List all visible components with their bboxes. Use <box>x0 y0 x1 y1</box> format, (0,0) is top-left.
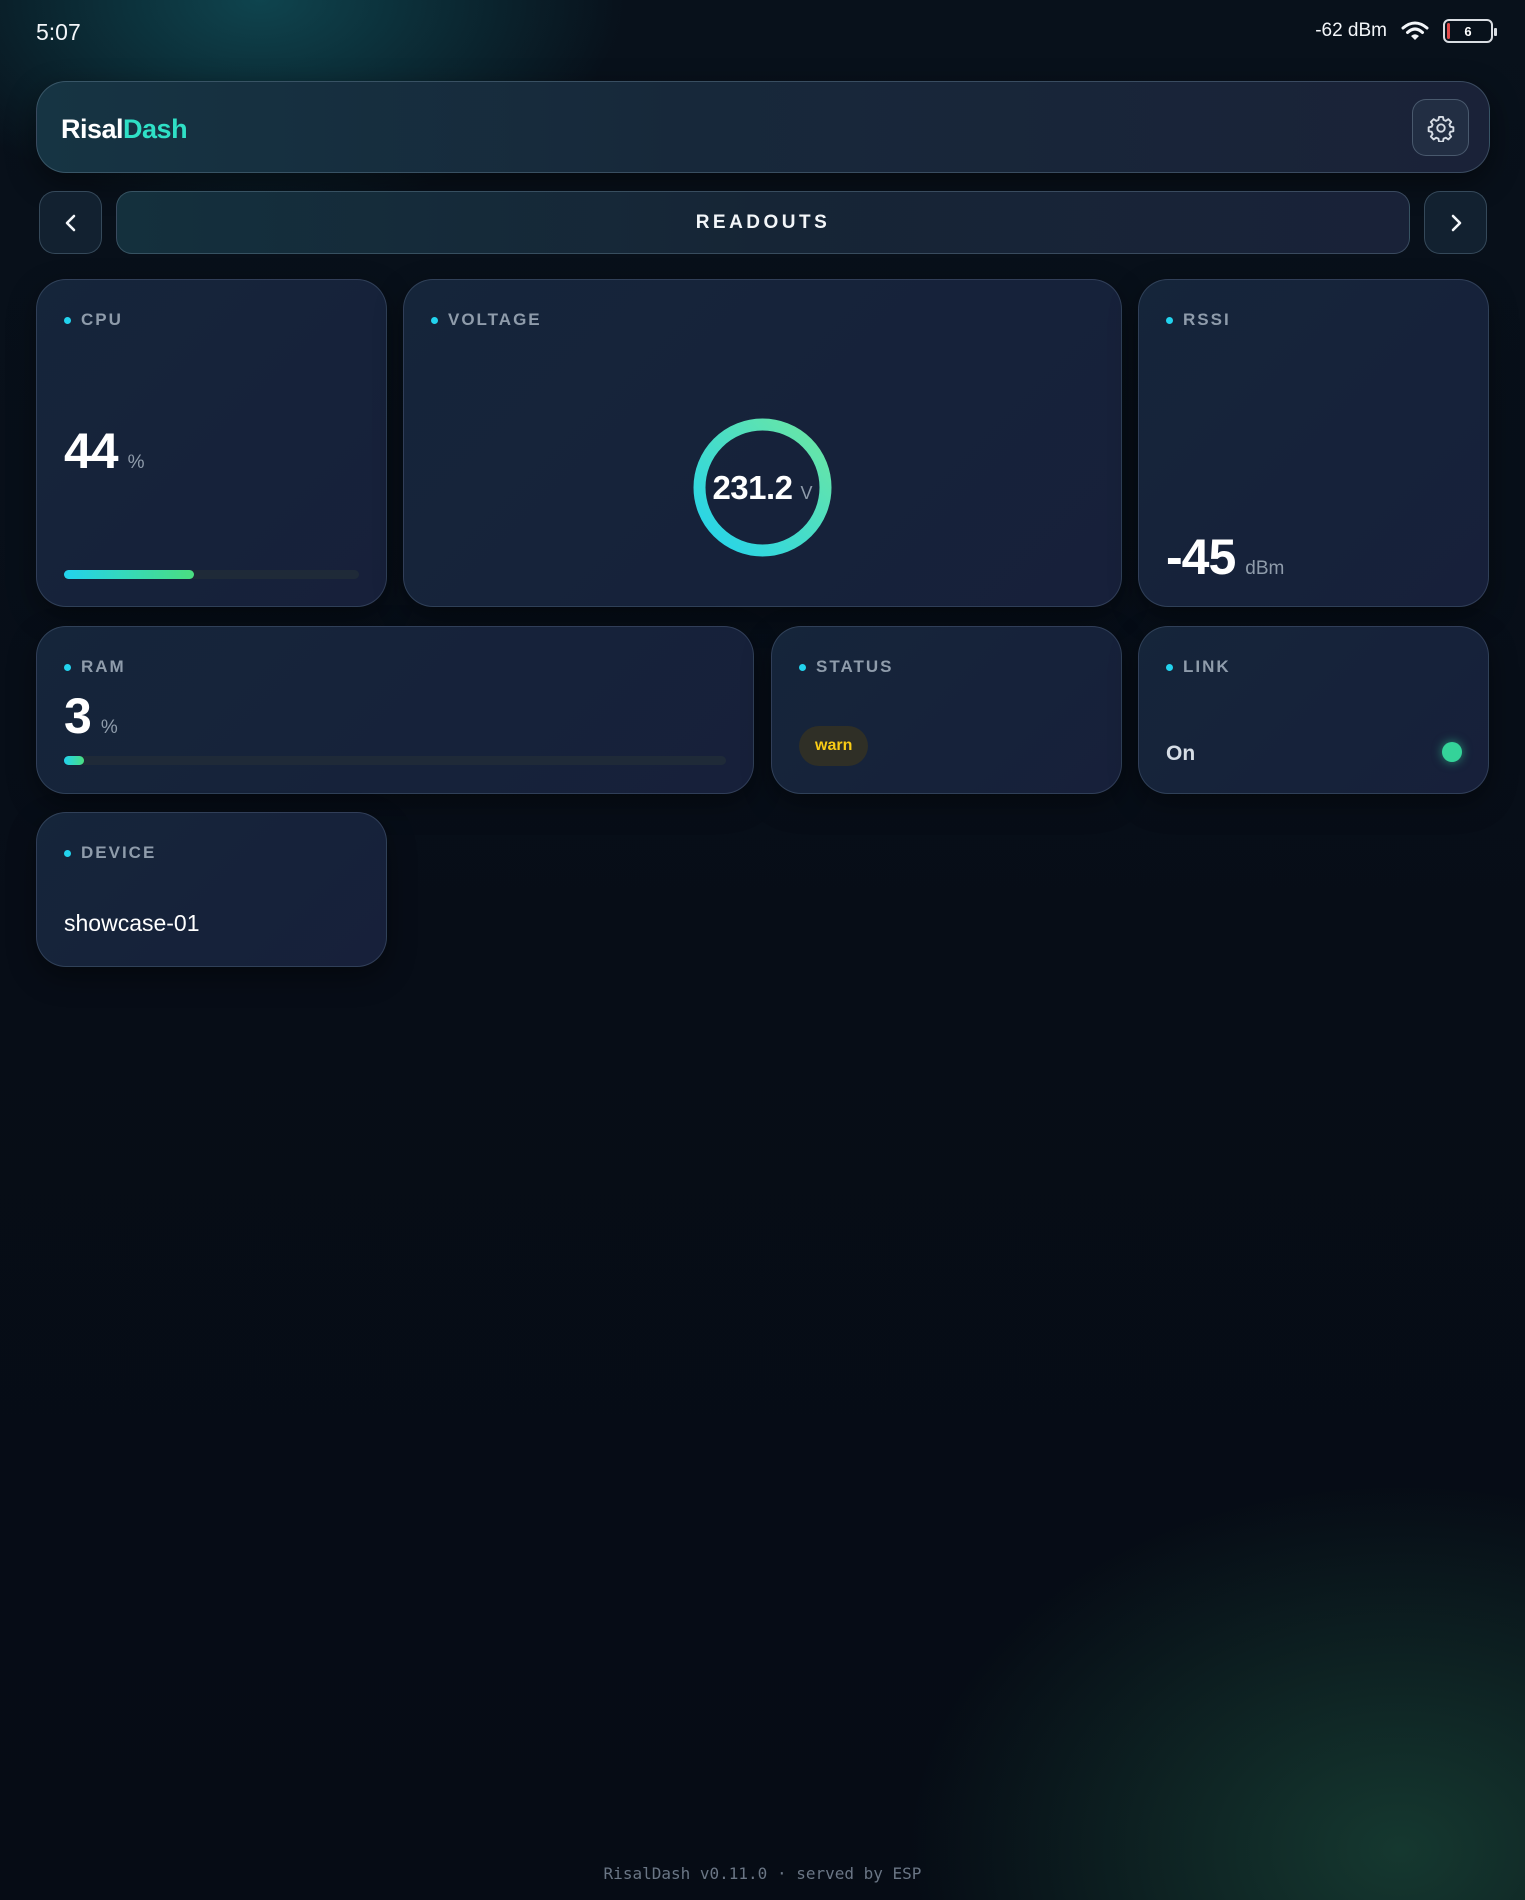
card-label: CPU <box>64 310 123 330</box>
device-card: DEVICE showcase-01 <box>36 812 387 967</box>
settings-button[interactable] <box>1412 99 1469 156</box>
card-label: LINK <box>1166 657 1231 677</box>
card-label: DEVICE <box>64 843 156 863</box>
cpu-value: 44 <box>64 423 119 479</box>
label-dot-icon <box>799 663 806 671</box>
ram-reading: 3% <box>64 687 118 745</box>
voltage-value: 231.2 <box>712 468 793 506</box>
label-dot-icon <box>1166 316 1173 324</box>
device-value: showcase-01 <box>64 910 200 936</box>
brand-name-part2: Dash <box>123 114 188 144</box>
voltage-unit: V <box>800 483 813 503</box>
footer-text: RisalDash v0.11.0 · served by ESP <box>603 1864 922 1883</box>
ram-card: RAM 3% <box>36 626 754 794</box>
clock: 5:07 <box>36 19 81 45</box>
app-header: RisalDash <box>36 81 1490 173</box>
rssi-unit: dBm <box>1245 558 1285 579</box>
ram-value: 3 <box>64 688 92 744</box>
cpu-card: CPU 44% <box>36 279 387 607</box>
rssi-card: RSSI -45 dBm <box>1138 279 1489 607</box>
card-label: RSSI <box>1166 310 1231 330</box>
cpu-progress-fill <box>64 570 194 579</box>
gear-icon <box>1427 115 1454 142</box>
brand-logo: RisalDash <box>61 114 188 145</box>
rssi-label: RSSI <box>1183 310 1231 329</box>
voltage-card: VOLTAGE 231.2 V <box>403 279 1122 607</box>
signal-strength: -62 dBm <box>1315 20 1387 41</box>
card-label: VOLTAGE <box>431 310 542 330</box>
next-page-button[interactable] <box>1424 191 1487 254</box>
label-dot-icon <box>431 316 438 324</box>
wifi-icon <box>1401 21 1429 40</box>
link-indicator-icon <box>1442 742 1462 762</box>
ram-label: RAM <box>81 657 126 676</box>
label-dot-icon <box>64 316 71 324</box>
prev-page-button[interactable] <box>39 191 102 254</box>
label-dot-icon <box>64 849 71 857</box>
card-label: RAM <box>64 657 126 677</box>
cpu-progress-track <box>64 570 359 579</box>
chevron-left-icon <box>65 214 75 231</box>
chevron-right-icon <box>1451 214 1461 231</box>
label-dot-icon <box>64 663 71 671</box>
rssi-reading: -45 dBm <box>1166 528 1284 586</box>
status-badge: warn <box>799 726 869 766</box>
status-right: -62 dBm 6 <box>1315 19 1497 43</box>
status-label: STATUS <box>816 657 894 676</box>
battery-icon: 6 <box>1443 19 1497 43</box>
page-title: READOUTS <box>116 191 1410 254</box>
brand-name-part1: Risal <box>61 114 124 144</box>
cpu-reading: 44% <box>64 422 145 480</box>
rssi-value: -45 <box>1166 529 1236 585</box>
device-label: DEVICE <box>81 843 157 862</box>
link-value: On <box>1166 742 1196 765</box>
battery-level: 6 <box>1464 23 1472 39</box>
cpu-label: CPU <box>81 310 123 329</box>
card-label: STATUS <box>799 657 893 677</box>
label-dot-icon <box>1166 663 1173 671</box>
status-card: STATUS warn <box>771 626 1122 794</box>
link-label: LINK <box>1183 657 1231 676</box>
status-bar: 5:07 -62 dBm 6 <box>0 0 1525 64</box>
voltage-reading: 231.2 V <box>690 415 835 560</box>
ram-progress-track <box>64 756 726 765</box>
ram-progress-fill <box>64 756 84 765</box>
cpu-unit: % <box>127 452 145 473</box>
ram-unit: % <box>100 717 118 738</box>
voltage-label: VOLTAGE <box>448 310 542 329</box>
link-card: LINK On <box>1138 626 1489 794</box>
